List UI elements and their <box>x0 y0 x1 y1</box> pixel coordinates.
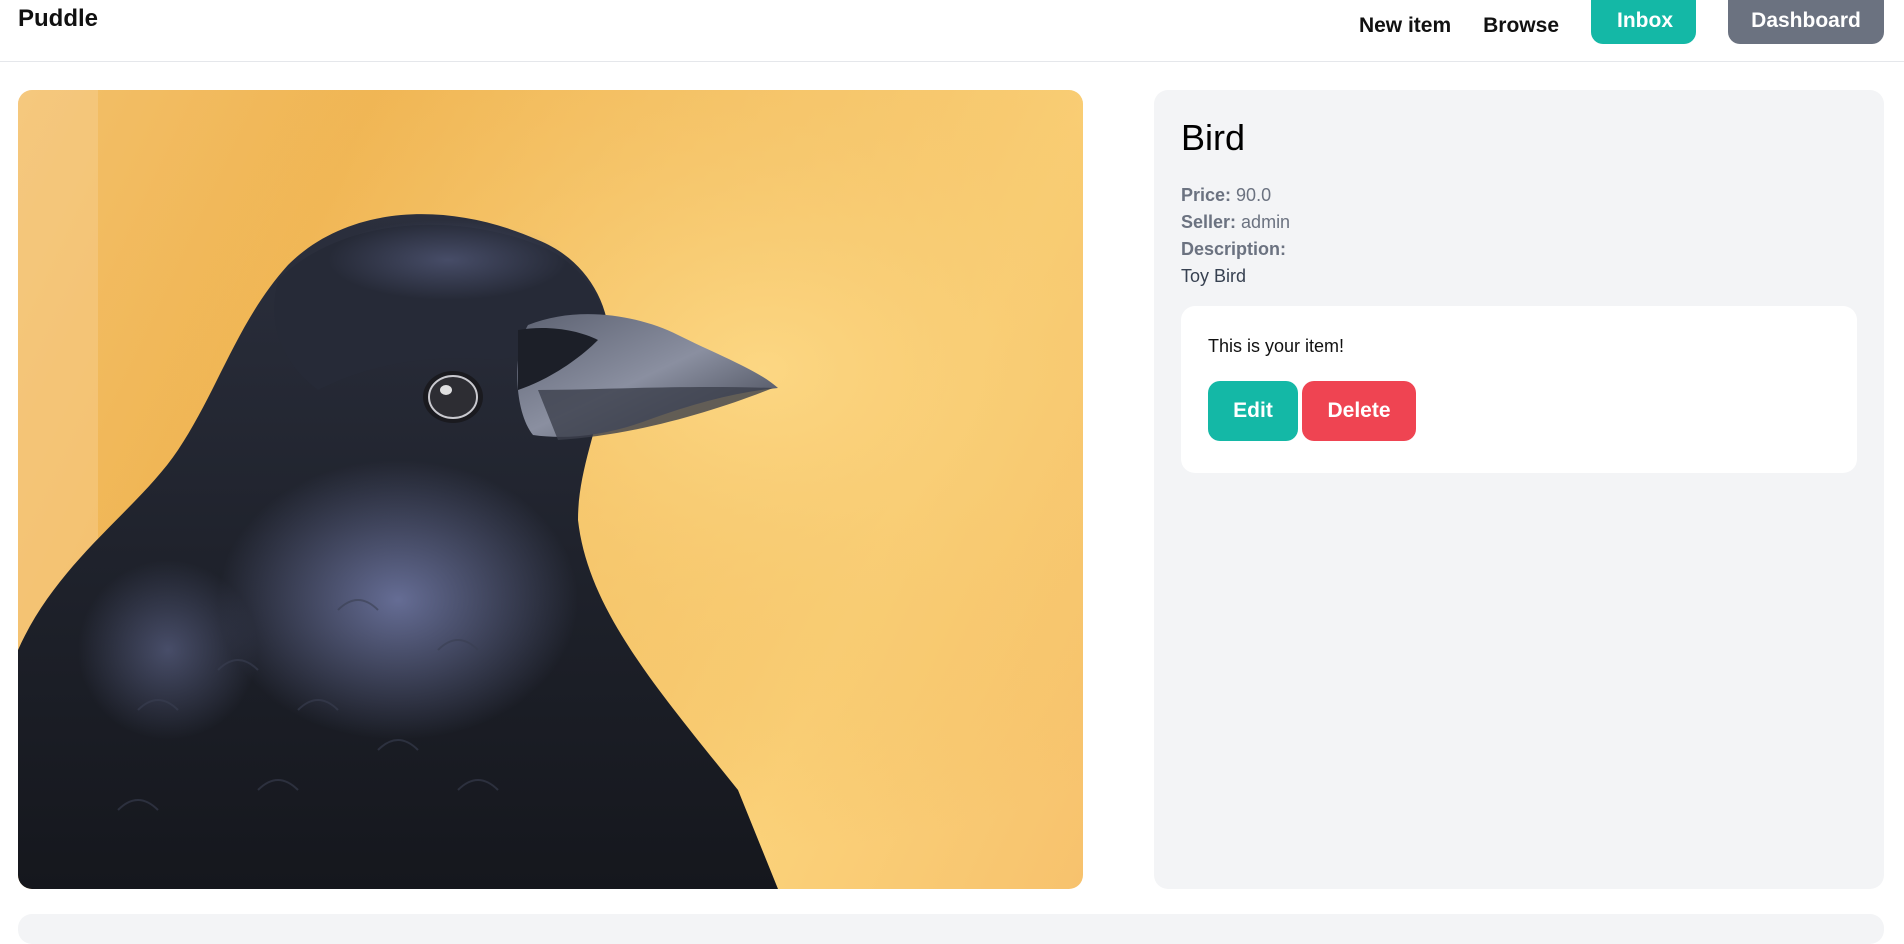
item-details-panel: Bird Price: 90.0 Seller: admin Descripti… <box>1154 90 1884 889</box>
item-title: Bird <box>1181 117 1246 158</box>
description-value: Toy Bird <box>1181 266 1247 286</box>
seller-value: admin <box>1241 212 1291 232</box>
top-navbar: Puddle New item Browse Inbox Dashboard <box>0 0 1904 62</box>
price-row: Price: 90.0 <box>1181 182 1857 209</box>
related-items-section <box>18 914 1884 944</box>
nav-actions: New item Browse Inbox Dashboard <box>1359 0 1884 44</box>
delete-button[interactable]: Delete <box>1302 381 1416 441</box>
description-row: Description: <box>1181 236 1857 263</box>
seller-row: Seller: admin <box>1181 209 1857 236</box>
crow-image <box>18 90 1083 889</box>
owner-message: This is your item! <box>1208 336 1345 356</box>
item-photo <box>18 90 1083 889</box>
dashboard-button[interactable]: Dashboard <box>1728 0 1884 44</box>
new-item-link[interactable]: New item <box>1359 0 1451 40</box>
edit-button[interactable]: Edit <box>1208 381 1298 441</box>
brand-logo-link[interactable]: Puddle <box>18 4 98 34</box>
seller-label: Seller: <box>1181 212 1237 232</box>
price-value: 90.0 <box>1236 185 1272 205</box>
browse-link[interactable]: Browse <box>1483 0 1559 40</box>
item-meta: Price: 90.0 Seller: admin Description: T… <box>1181 182 1857 290</box>
inbox-button[interactable]: Inbox <box>1591 0 1696 44</box>
description-label: Description: <box>1181 239 1287 259</box>
owner-actions-box: This is your item! Edit Delete <box>1181 306 1857 473</box>
owner-action-buttons: Edit Delete <box>1208 381 1830 441</box>
price-label: Price: <box>1181 185 1232 205</box>
